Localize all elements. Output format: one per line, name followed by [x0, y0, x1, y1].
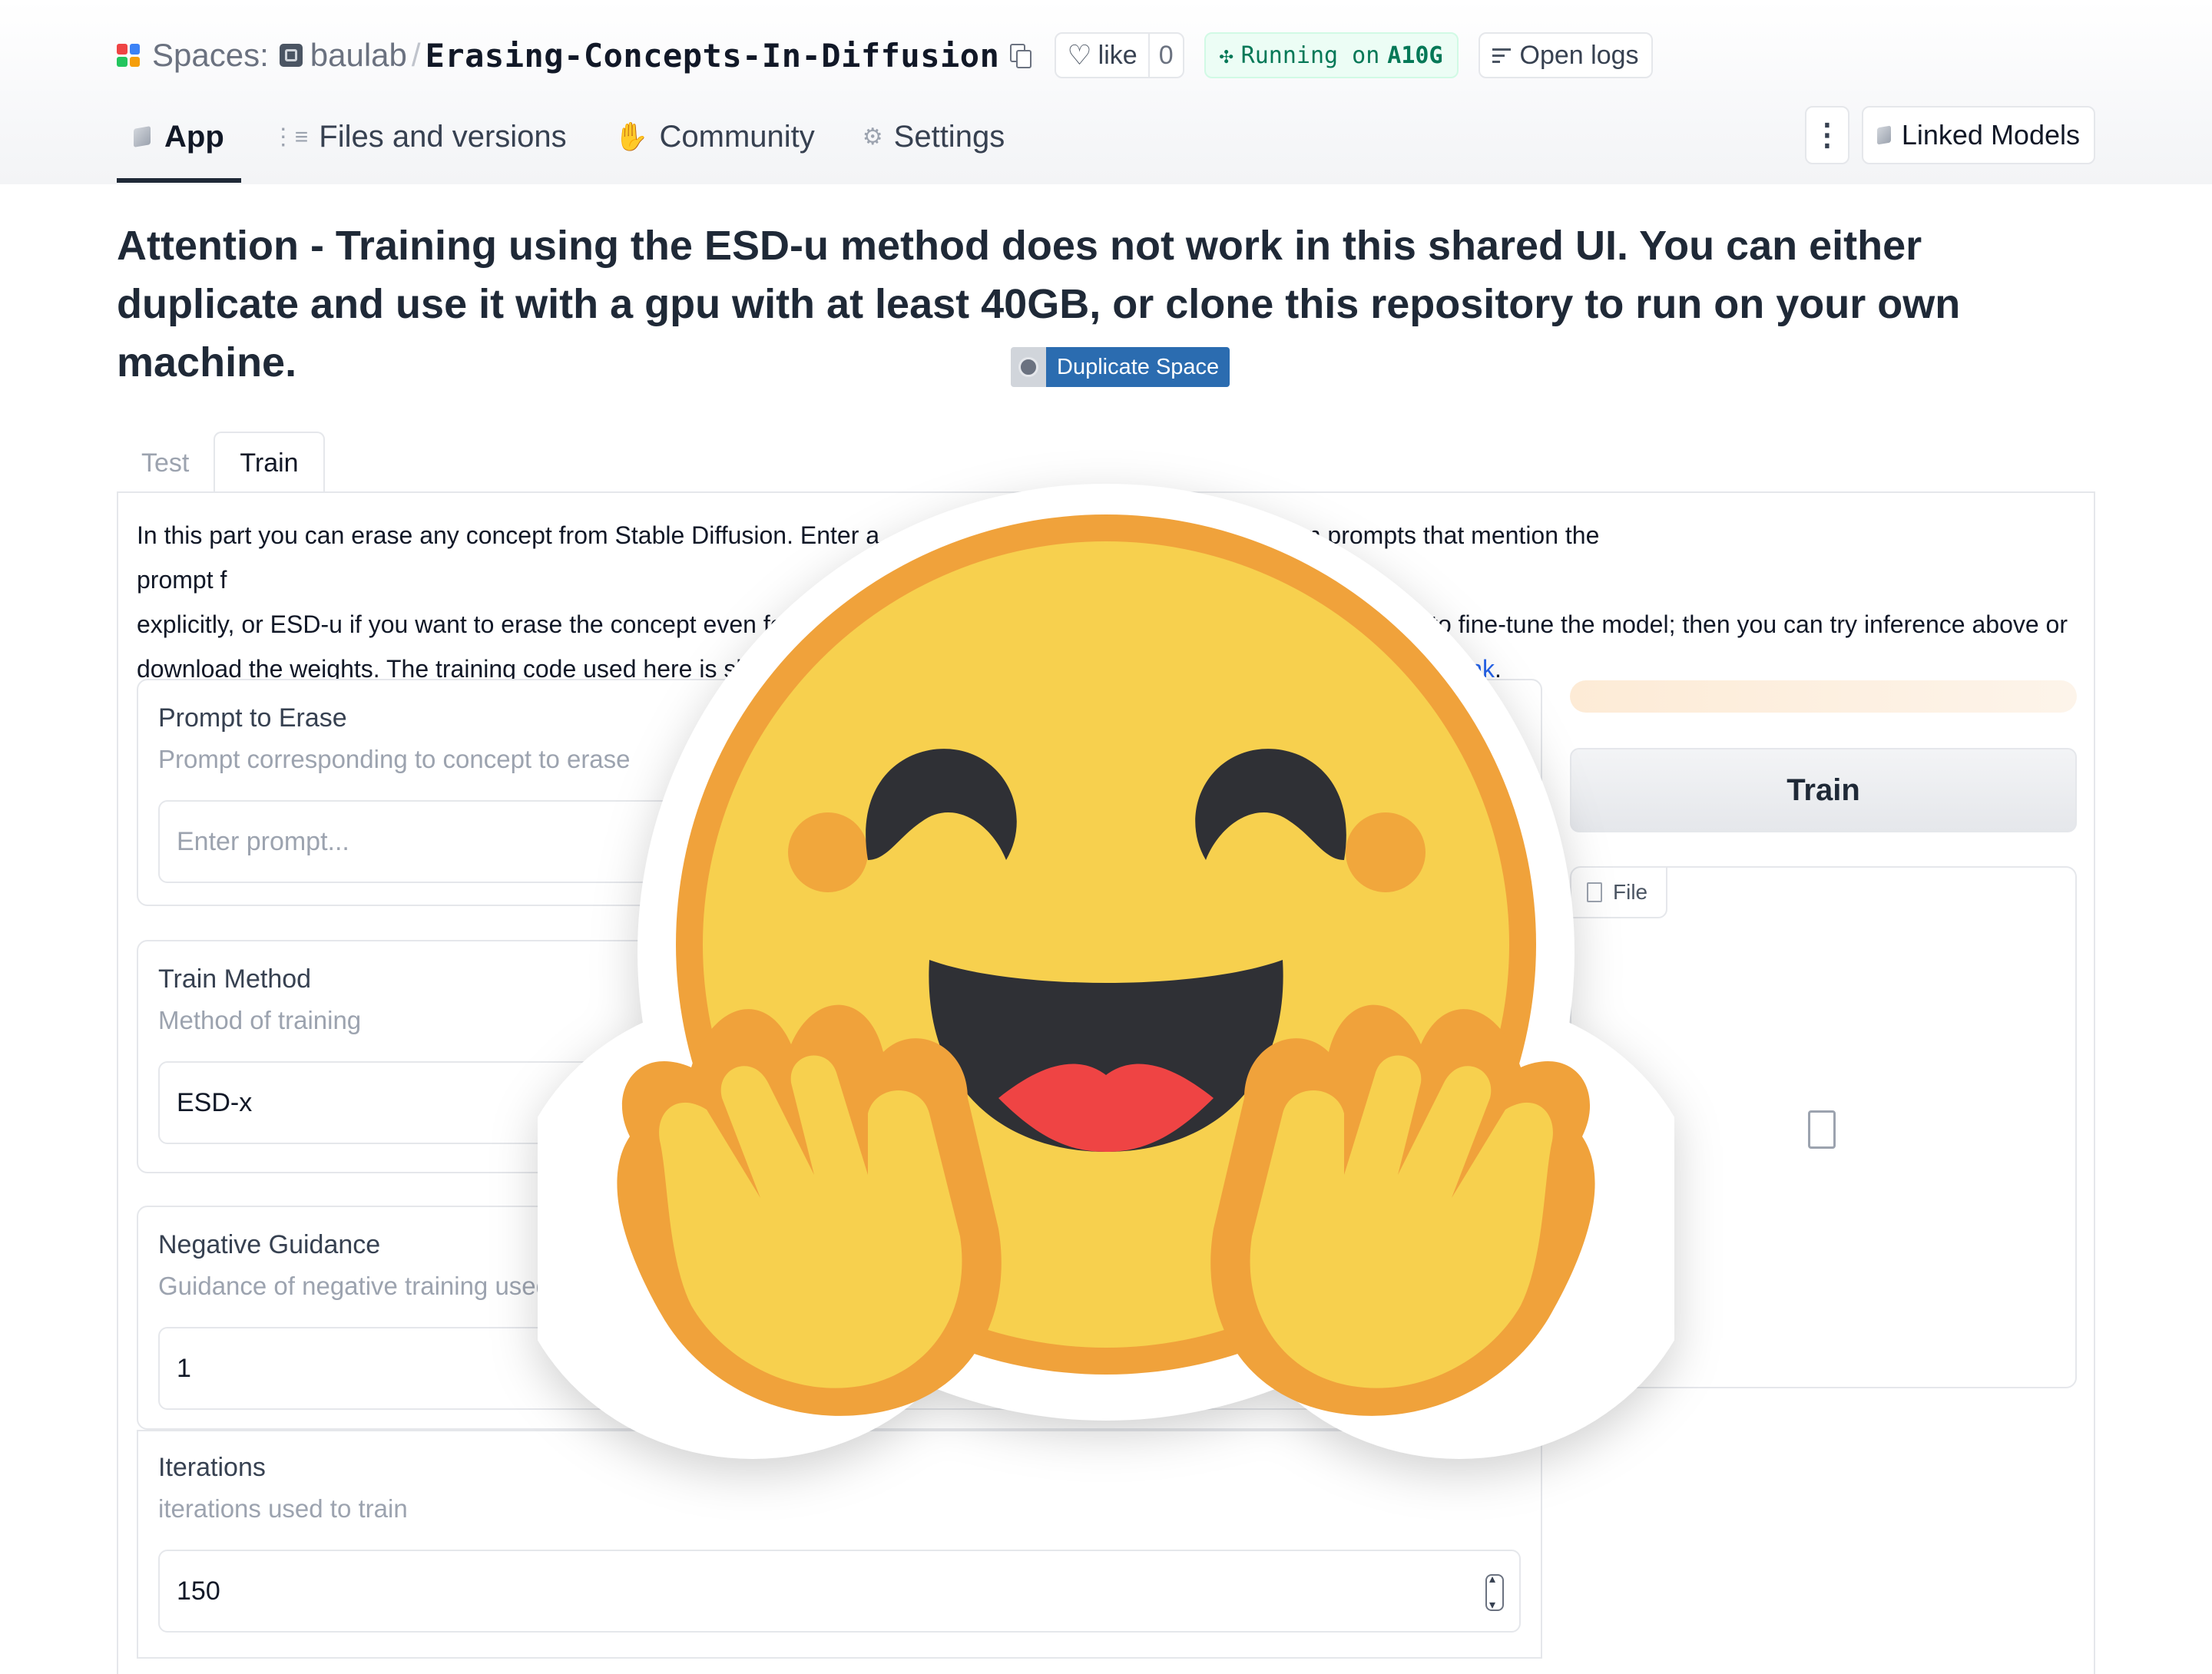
- linked-models-button[interactable]: Linked Models: [1861, 106, 2095, 164]
- duplicate-space-badge[interactable]: Duplicate Space: [1011, 347, 1230, 387]
- prompt-label: Prompt to Erase: [158, 703, 347, 733]
- iterations-value: 150: [177, 1576, 220, 1606]
- header-tools: ⋮ Linked Models: [1804, 106, 2095, 164]
- path-separator: /: [411, 37, 421, 73]
- copy-icon[interactable]: [1010, 44, 1032, 68]
- train-method-info: Method of training: [158, 1006, 362, 1034]
- tab-settings[interactable]: ⚙ Settings: [846, 108, 1022, 166]
- space-header: Spaces: baulab / Erasing-Concepts-In-Dif…: [0, 0, 2212, 184]
- iterations-input[interactable]: 150: [158, 1550, 1521, 1633]
- duplicate-logo-icon: [1011, 347, 1046, 387]
- open-logs-button[interactable]: Open logs: [1478, 32, 1653, 78]
- more-options-button[interactable]: ⋮: [1804, 106, 1849, 164]
- running-label: Running on: [1240, 41, 1380, 69]
- tab-community-label: Community: [659, 119, 815, 154]
- cube-icon: [1876, 125, 1891, 145]
- repo-name[interactable]: Erasing-Concepts-In-Diffusion: [426, 37, 1000, 74]
- iterations-label: Iterations: [158, 1453, 266, 1482]
- iterations-info: iterations used to train: [158, 1494, 408, 1523]
- tab-files-and-versions[interactable]: ⋮≡ Files and versions: [255, 108, 584, 166]
- like-button[interactable]: ♡ like 0: [1055, 32, 1184, 78]
- tab-test[interactable]: Test: [117, 433, 214, 493]
- like-count: 0: [1147, 34, 1183, 77]
- tab-community[interactable]: ✋ Community: [598, 108, 832, 166]
- spaces-link[interactable]: Spaces:: [152, 37, 269, 74]
- fan-icon: ✣: [1219, 41, 1233, 69]
- cube-icon: [134, 126, 151, 147]
- tab-app-label: App: [164, 119, 224, 154]
- space-title-row: Spaces: baulab / Erasing-Concepts-In-Dif…: [117, 28, 1653, 83]
- hardware-label: A10G: [1387, 41, 1443, 69]
- file-placeholder-icon: [1808, 1110, 1836, 1149]
- tab-app[interactable]: App: [117, 108, 241, 183]
- stepper-icon[interactable]: [1485, 1571, 1504, 1613]
- hand-icon: ✋: [614, 121, 649, 152]
- gear-icon: ⚙: [862, 124, 883, 150]
- open-logs-label: Open logs: [1519, 40, 1639, 70]
- negative-guidance-label: Negative Guidance: [158, 1230, 381, 1259]
- logs-icon: [1492, 45, 1511, 67]
- linked-models-label: Linked Models: [1901, 119, 2080, 151]
- tab-train[interactable]: Train: [214, 432, 325, 493]
- org-avatar[interactable]: [279, 44, 303, 67]
- spaces-logo-icon[interactable]: [117, 44, 140, 67]
- running-status-badge[interactable]: ✣ Running on A10G: [1204, 32, 1459, 78]
- like-label: like: [1098, 40, 1137, 70]
- gradio-tabs: Test Train: [117, 430, 325, 493]
- space-nav-tabs: App ⋮≡ Files and versions ✋ Community ⚙ …: [117, 108, 1035, 184]
- files-icon: ⋮≡: [271, 124, 309, 150]
- org-link[interactable]: baulab: [310, 37, 407, 74]
- duplicate-space-label: Duplicate Space: [1046, 347, 1230, 387]
- hugging-face-emoji: [538, 484, 1674, 1459]
- tab-settings-label: Settings: [893, 119, 1005, 154]
- tab-files-label: Files and versions: [319, 119, 567, 154]
- heart-icon: ♡: [1067, 39, 1092, 71]
- train-method-label: Train Method: [158, 964, 312, 994]
